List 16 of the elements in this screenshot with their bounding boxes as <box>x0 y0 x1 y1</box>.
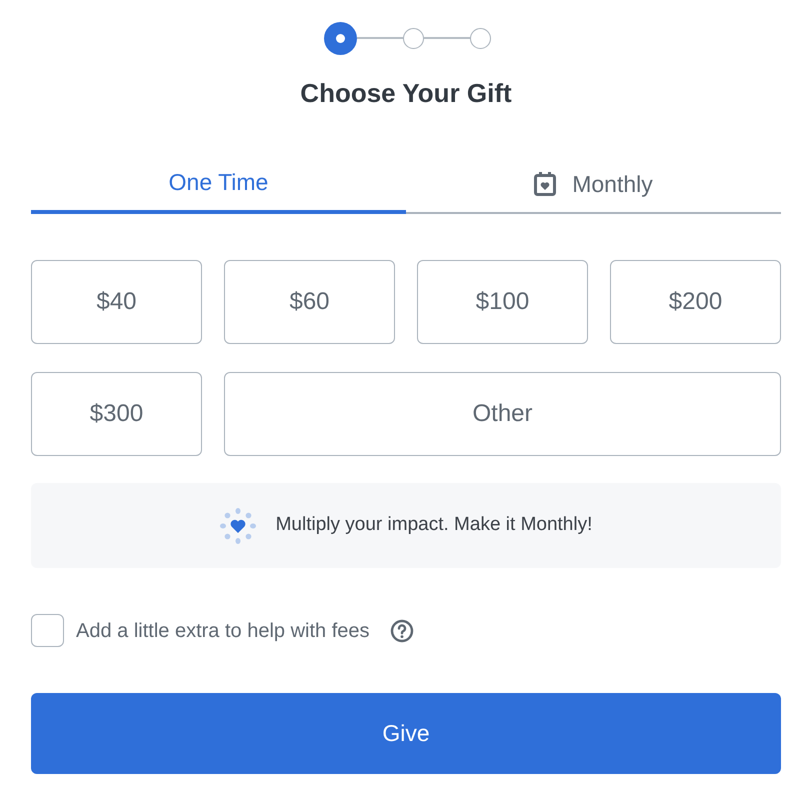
amount-option[interactable]: Other <box>224 372 781 456</box>
tab[interactable]: Monthly <box>406 154 781 214</box>
tab[interactable]: One Time <box>31 154 406 214</box>
checkbox[interactable] <box>31 614 64 647</box>
promo-text: Multiply your impact. Make it Monthly! <box>276 513 592 538</box>
amount-option[interactable]: $300 <box>31 372 202 456</box>
calendar-icon <box>534 172 556 196</box>
heart-icon <box>220 508 256 544</box>
checkbox-label: Add a little extra to help with fees <box>76 618 370 644</box>
amount-option[interactable]: $200 <box>610 260 781 344</box>
give-button[interactable]: Give <box>31 693 781 774</box>
amount-option[interactable]: $40 <box>31 260 202 344</box>
help-icon[interactable] <box>390 618 414 642</box>
amount-option[interactable]: $60 <box>224 260 395 344</box>
page-title: Choose Your Gift <box>300 77 512 110</box>
amount-option[interactable]: $100 <box>417 260 588 344</box>
